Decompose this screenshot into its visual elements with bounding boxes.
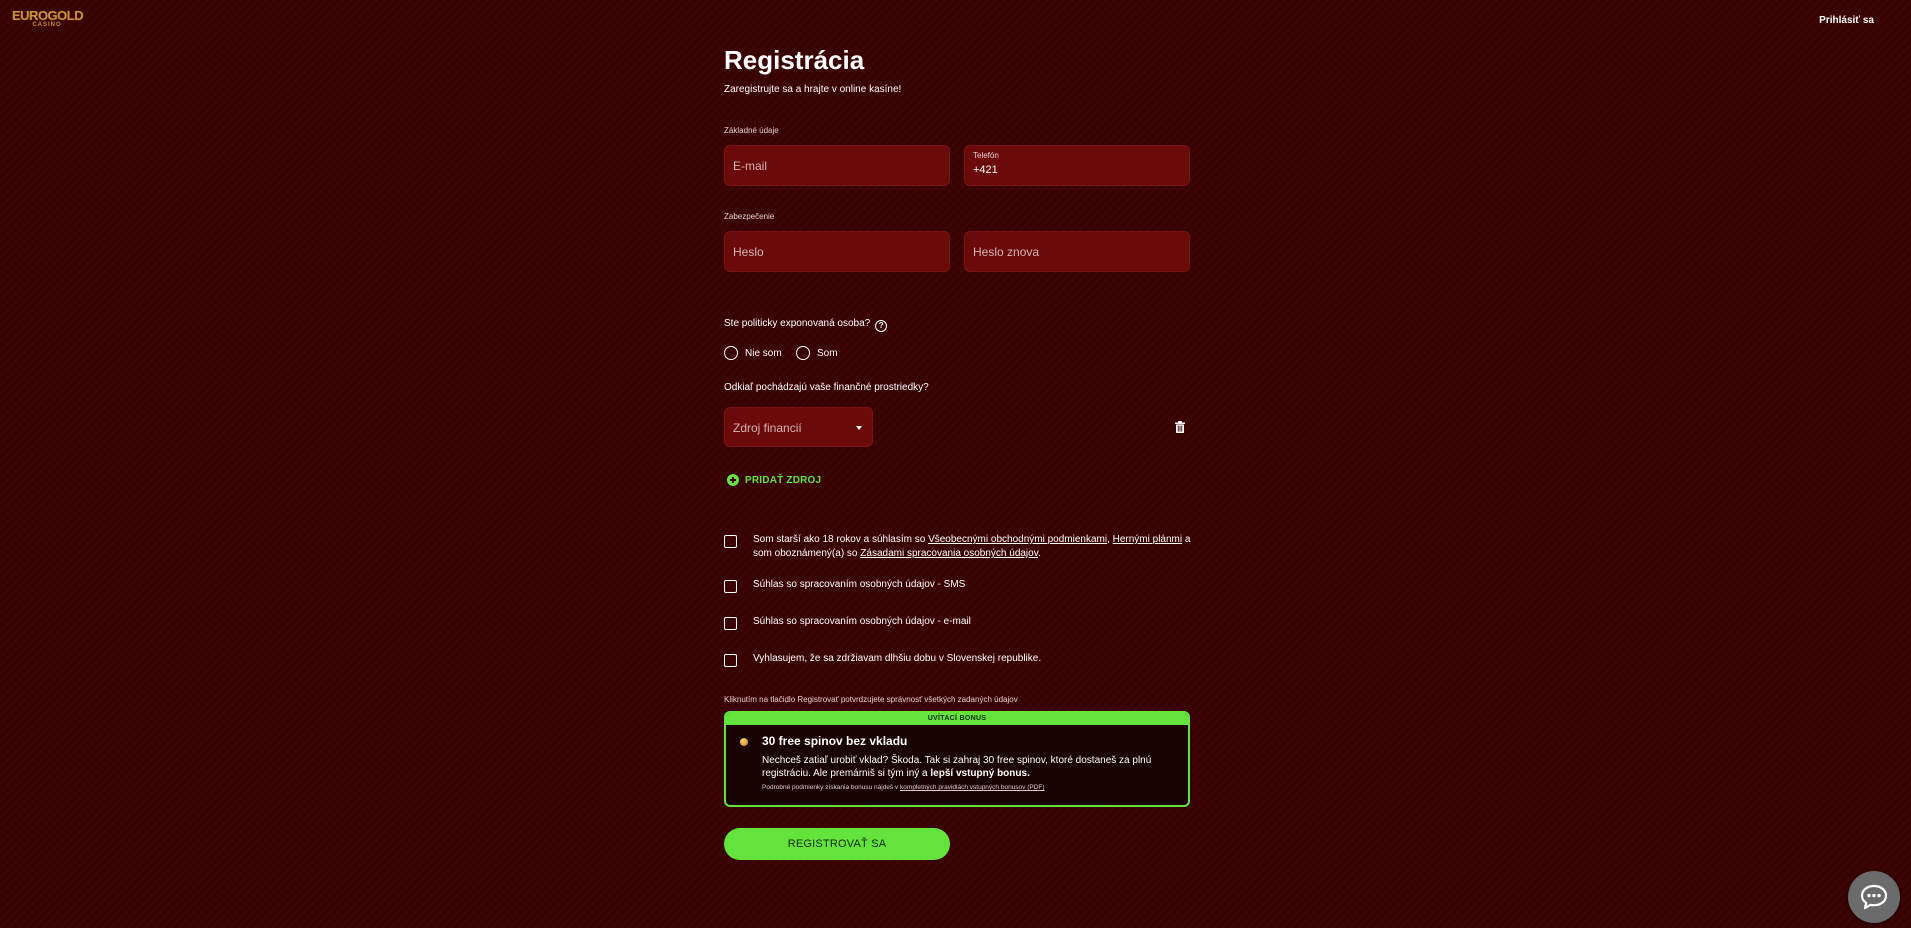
terms-checkbox[interactable] [724, 535, 737, 548]
password-field-wrapper [724, 231, 950, 272]
bonus-fine-prefix: Podrobné podmienky získania bonusu nájde… [762, 784, 901, 791]
phone-prefix: +421 [973, 164, 998, 176]
plus-circle-icon [727, 474, 739, 486]
funds-source-select[interactable]: Zdroj financií [724, 407, 873, 447]
radio-label: Nie som [745, 347, 782, 359]
add-source-button[interactable]: PRIDAŤ ZDROJ [727, 474, 821, 486]
radio-circle[interactable] [724, 346, 738, 360]
consent-sms: Súhlas so spracovaním osobných údajov - … [724, 578, 1193, 593]
email-input[interactable] [725, 146, 949, 185]
privacy-policy-link[interactable]: Zásadami spracovania osobných údajov [860, 548, 1038, 559]
bonus-title: 30 free spinov bez vkladu [762, 734, 908, 748]
email-consent-checkbox[interactable] [724, 617, 737, 630]
chat-bubble-icon [1860, 884, 1888, 910]
bonus-fine-print: Podrobné podmienky získania bonusu nájde… [762, 784, 1045, 791]
terms-suffix: . [1037, 548, 1041, 559]
eurogold-logo[interactable]: EUROGOLD CASINO [12, 8, 84, 31]
consent-email: Súhlas so spracovaním osobných údajov - … [724, 615, 1193, 630]
funds-question: Odkiaľ pochádzajú vaše finančné prostrie… [724, 382, 929, 393]
terms-link[interactable]: Všeobecnými obchodnými podmienkami [928, 534, 1107, 545]
bonus-rules-pdf-link[interactable]: kompletných pravidlách vstupných bonusov… [900, 784, 1045, 791]
add-source-label: PRIDAŤ ZDROJ [745, 474, 822, 486]
pep-question: Ste politicky exponovaná osoba?? [724, 318, 888, 332]
trash-icon[interactable] [1175, 421, 1185, 433]
security-section-label: Zabezpečenie [724, 212, 775, 221]
consent-residency: Vyhlasujem, že sa zdržiavam dlhšiu dobu … [724, 652, 1193, 667]
email-field-wrapper [724, 145, 950, 186]
sms-consent-checkbox[interactable] [724, 580, 737, 593]
radio-circle[interactable] [796, 346, 810, 360]
question-circle-icon[interactable]: ? [875, 320, 888, 332]
bonus-description: Nechceš zatiaľ urobiť vklad? Škoda. Tak … [762, 754, 1172, 780]
login-link[interactable]: Prihlásiť sa [1819, 15, 1874, 26]
password-input[interactable] [725, 232, 949, 271]
confirm-note: Kliknutím na tlačidlo Registrovať potvrd… [724, 695, 1018, 704]
phone-label: Telefón [973, 151, 999, 160]
welcome-bonus-card: UVÍTACÍ BONUS 30 free spinov bez vkladu … [724, 711, 1190, 807]
radio-not-pep[interactable]: Nie som [724, 346, 782, 360]
logo-subtitle: CASINO [32, 22, 62, 28]
page-subtitle: Zaregistrujte sa a hrajte v online kasín… [724, 84, 902, 95]
funds-source-select-value: Zdroj financií [733, 421, 802, 435]
terms-prefix: Som starší ako 18 rokov a súhlasím so [753, 534, 929, 545]
sms-consent-text: Súhlas so spracovaním osobných údajov - … [753, 579, 966, 590]
password-repeat-input[interactable] [965, 232, 1189, 271]
password-repeat-field-wrapper [964, 231, 1190, 272]
consent-terms: Som starší ako 18 rokov a súhlasím so Vš… [724, 533, 1193, 561]
email-consent-text: Súhlas so spracovaním osobných údajov - … [753, 616, 971, 627]
logo-wordmark: EUROGOLD [12, 8, 84, 23]
coin-icon [740, 738, 748, 746]
chat-button[interactable] [1848, 871, 1900, 923]
bonus-description-bold: lepší vstupný bonus. [930, 768, 1030, 779]
page-title: Registrácia [724, 45, 865, 75]
consent-terms-text: Som starší ako 18 rokov a súhlasím so Vš… [753, 533, 1193, 561]
radio-label: Som [817, 347, 838, 359]
bonus-header: UVÍTACÍ BONUS [726, 713, 1188, 725]
basic-info-section-label: Základné údaje [724, 126, 779, 135]
pep-question-text: Ste politicky exponovaná osoba? [724, 318, 871, 329]
radio-pep[interactable]: Som [796, 346, 838, 360]
register-button[interactable]: REGISTROVAŤ SA [724, 828, 950, 860]
residency-text: Vyhlasujem, že sa zdržiavam dlhšiu dobu … [753, 653, 1042, 664]
caret-down-icon [856, 426, 862, 430]
game-plans-link[interactable]: Hernými plánmi [1113, 534, 1182, 545]
phone-field-wrapper[interactable]: Telefón +421 [964, 145, 1190, 186]
residency-checkbox[interactable] [724, 654, 737, 667]
